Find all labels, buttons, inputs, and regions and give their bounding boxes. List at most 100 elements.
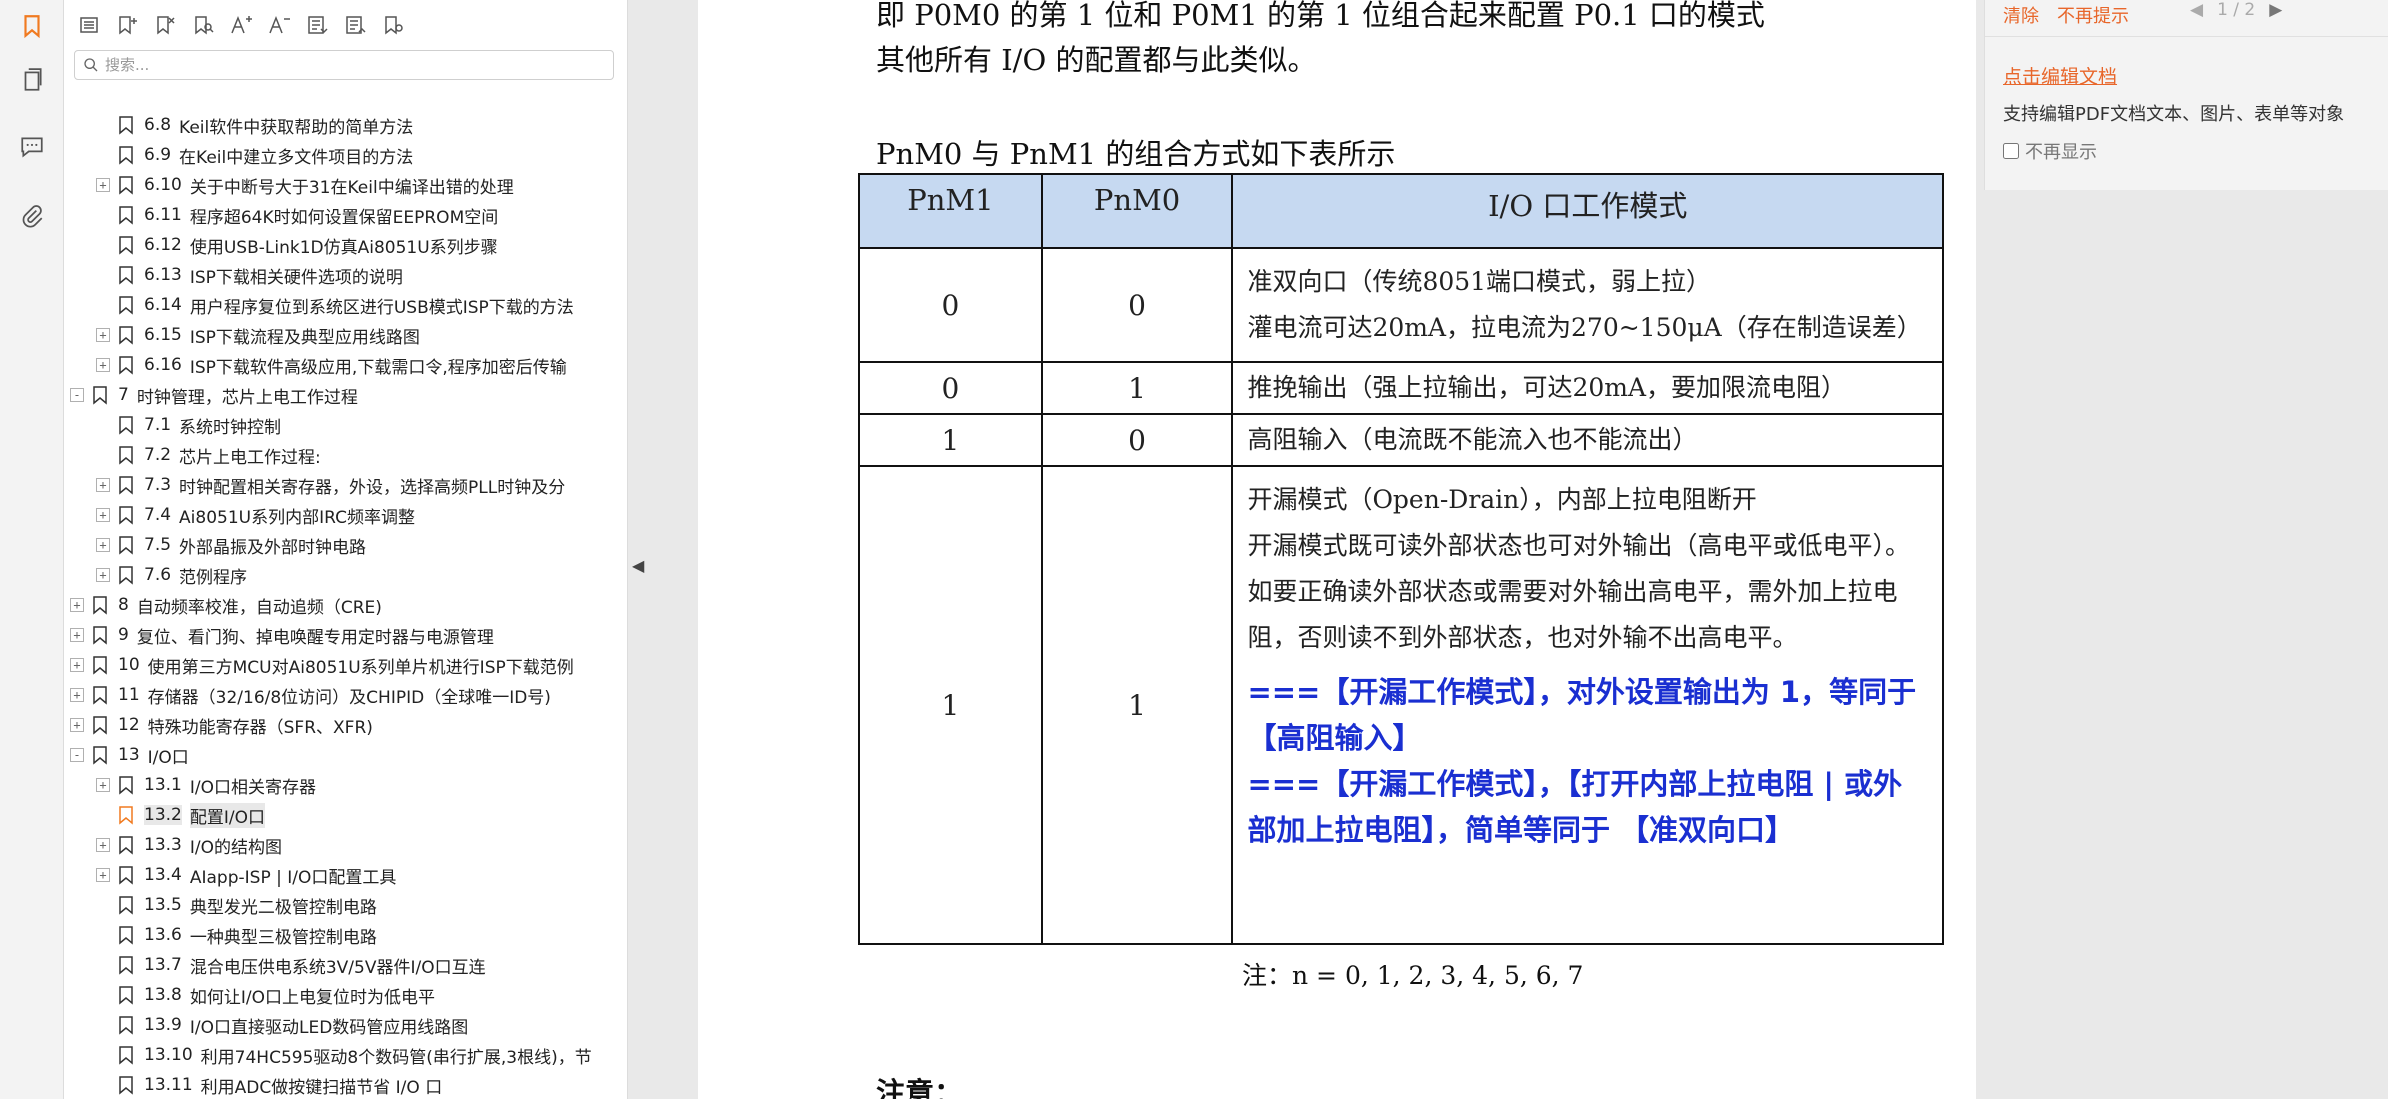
bookmark-tree: 6.8 Keil软件中获取帮助的简单方法 6.9 在Keil中建立多文件项目的方法 +6… bbox=[64, 110, 604, 1099]
decrease-font-icon[interactable] bbox=[262, 8, 296, 42]
bookmark-label: 复位、看门狗、掉电唤醒专用定时器与电源管理 bbox=[136, 627, 494, 648]
bookmark-item[interactable]: +13.4 AIapp-ISP | I/O口配置工具 bbox=[96, 860, 396, 890]
bookmark-item[interactable]: +8 自动频率校准，自动追频（CRE) bbox=[70, 590, 382, 620]
bookmark-item[interactable]: +6.16 ISP下载软件高级应用,下载需口令,程序加密后传输 bbox=[96, 350, 567, 380]
bookmark-number: 6.10 bbox=[144, 175, 182, 195]
collapse-panel-icon[interactable]: ◀ bbox=[632, 556, 644, 575]
bookmark-item[interactable]: - 13 I/O口 bbox=[70, 740, 189, 770]
bookmark-item[interactable]: 6.11 程序超64K时如何设置保留EEPROM空间 bbox=[96, 200, 498, 230]
bookmark-item[interactable]: +6.10 关于中断号大于31在Keil中编译出错的处理 bbox=[96, 170, 514, 200]
bookmark-item[interactable]: +13.3 I/O的结构图 bbox=[96, 830, 282, 860]
expand-icon[interactable]: + bbox=[70, 598, 84, 612]
bookmark-number: 6.11 bbox=[144, 205, 182, 225]
prev-tip-icon[interactable]: ◀ bbox=[2190, 0, 2203, 20]
expand-icon[interactable]: + bbox=[96, 178, 110, 192]
bookmark-item[interactable]: 13.5 典型发光二极管控制电路 bbox=[96, 890, 377, 920]
panel-divider: ◀ bbox=[628, 0, 698, 1099]
bookmark-item[interactable]: 13.11 利用ADC做按键扫描节省 I/O 口 bbox=[96, 1070, 442, 1099]
expand-icon[interactable]: + bbox=[96, 478, 110, 492]
expand-icon[interactable]: + bbox=[96, 328, 110, 342]
bookmark-item[interactable]: +12 特殊功能寄存器（SFR、XFR) bbox=[70, 710, 373, 740]
list-icon[interactable] bbox=[72, 8, 106, 42]
find-bookmark-icon[interactable] bbox=[186, 8, 220, 42]
expand-icon[interactable]: + bbox=[70, 658, 84, 672]
bookmark-item[interactable]: +10 使用第三方MCU对Ai8051U系列单片机进行ISP下载范例 bbox=[70, 650, 574, 680]
bookmark-item[interactable]: 6.8 Keil软件中获取帮助的简单方法 bbox=[96, 110, 413, 140]
bookmark-item[interactable]: +9 复位、看门狗、掉电唤醒专用定时器与电源管理 bbox=[70, 620, 494, 650]
dont-show-checkbox-label[interactable]: 不再显示 bbox=[2003, 138, 2097, 164]
bookmark-item-icon bbox=[119, 776, 133, 795]
edit-document-link[interactable]: 点击编辑文档 bbox=[2003, 62, 2117, 89]
bookmark-search-box[interactable] bbox=[74, 50, 614, 80]
expand-icon[interactable]: + bbox=[70, 628, 84, 642]
search-input[interactable] bbox=[105, 56, 585, 74]
bookmark-label: I/O口相关寄存器 bbox=[189, 777, 316, 798]
collapse-all-icon[interactable] bbox=[338, 8, 372, 42]
bookmark-item[interactable]: 13.2 配置I/O口 bbox=[96, 800, 265, 830]
table-cell: 1 bbox=[1040, 465, 1234, 945]
bookmark-item[interactable]: 6.13 ISP下载相关硬件选项的说明 bbox=[96, 260, 403, 290]
expand-icon[interactable]: + bbox=[96, 568, 110, 582]
clear-button[interactable]: 清除 bbox=[2003, 2, 2039, 28]
table-cell: 0 bbox=[1040, 247, 1234, 363]
bookmark-item[interactable]: +6.15 ISP下载流程及典型应用线路图 bbox=[96, 320, 420, 350]
tip-pager: ◀ 1 / 2 ▶ bbox=[2190, 0, 2282, 20]
expand-icon[interactable]: + bbox=[96, 358, 110, 372]
expand-icon[interactable]: + bbox=[96, 538, 110, 552]
bookmark-item[interactable]: 13.7 混合电压供电系统3V/5V器件I/O口互连 bbox=[96, 950, 486, 980]
comment-icon[interactable] bbox=[14, 128, 50, 164]
bookmark-item-icon bbox=[119, 146, 133, 165]
pages-icon[interactable] bbox=[14, 62, 50, 98]
collapse-icon[interactable]: - bbox=[70, 388, 84, 402]
increase-font-icon[interactable] bbox=[224, 8, 258, 42]
dont-remind-button[interactable]: 不再提示 bbox=[2057, 2, 2129, 28]
expand-icon[interactable]: + bbox=[96, 508, 110, 522]
bookmark-label: 利用ADC做按键扫描节省 I/O 口 bbox=[200, 1077, 443, 1098]
expand-icon[interactable]: + bbox=[70, 718, 84, 732]
bookmark-item[interactable]: 7.1 系统时钟控制 bbox=[96, 410, 281, 440]
bookmark-item[interactable]: 7.2 芯片上电工作过程: bbox=[96, 440, 321, 470]
expand-all-icon[interactable] bbox=[300, 8, 334, 42]
bookmark-item[interactable]: 13.10 利用74HC595驱动8个数码管(串行扩展,3根线)，节 bbox=[96, 1040, 592, 1070]
expand-icon[interactable]: + bbox=[96, 868, 110, 882]
bookmark-item[interactable]: +11 存储器（32/16/8位访问）及CHIPID（全球唯一ID号) bbox=[70, 680, 551, 710]
bookmark-item-icon bbox=[119, 536, 133, 555]
mode-text: 推挽输出（强上拉输出，可达20mA，要加限流电阻） bbox=[1247, 373, 1847, 402]
bookmark-item[interactable]: +7.4 Ai8051U系列内部IRC频率调整 bbox=[96, 500, 415, 530]
bookmark-item[interactable]: - 7 时钟管理，芯片上电工作过程 bbox=[70, 380, 358, 410]
bookmark-number: 12 bbox=[118, 715, 140, 735]
bookmark-item-icon bbox=[93, 656, 107, 675]
attachment-icon[interactable] bbox=[14, 198, 50, 234]
bookmark-item[interactable]: +13.1 I/O口相关寄存器 bbox=[96, 770, 316, 800]
bookmark-item[interactable]: 13.6 一种典型三极管控制电路 bbox=[96, 920, 377, 950]
bookmark-number: 7.2 bbox=[144, 445, 172, 465]
delete-bookmark-icon[interactable] bbox=[148, 8, 182, 42]
bookmark-icon[interactable] bbox=[14, 8, 50, 44]
dont-show-checkbox[interactable] bbox=[2003, 143, 2019, 159]
bookmark-label: I/O的结构图 bbox=[189, 837, 282, 858]
bookmark-panel: 6.8Keil软件中获取帮助的简单方法6.9在Keil中建立多文件项目的方法+6… bbox=[64, 0, 686, 1099]
add-bookmark-icon[interactable] bbox=[110, 8, 144, 42]
bookmark-label: I/O口直接驱动LED数码管应用线路图 bbox=[189, 1017, 469, 1038]
bookmark-item[interactable]: 6.12 使用USB-Link1D仿真Ai8051U系列步骤 bbox=[96, 230, 498, 260]
bookmark-label: I/O口 bbox=[147, 747, 189, 768]
bookmark-label: 特殊功能寄存器（SFR、XFR) bbox=[147, 717, 373, 738]
bookmark-settings-icon[interactable] bbox=[376, 8, 410, 42]
bookmark-item[interactable]: +7.3 时钟配置相关寄存器，外设，选择高频PLL时钟及分 bbox=[96, 470, 565, 500]
bookmark-item[interactable]: 13.8 如何让I/O口上电复位时为低电平 bbox=[96, 980, 435, 1010]
bookmark-item-icon bbox=[119, 866, 133, 885]
expand-icon[interactable]: + bbox=[96, 778, 110, 792]
mode-text: 灌电流可达20mA，拉电流为270~150μA（存在制造误差） bbox=[1247, 313, 1922, 342]
bookmark-item[interactable]: 6.14 用户程序复位到系统区进行USB模式ISP下载的方法 bbox=[96, 290, 574, 320]
next-tip-icon[interactable]: ▶ bbox=[2269, 0, 2282, 20]
expand-icon[interactable]: + bbox=[96, 838, 110, 852]
collapse-icon[interactable]: - bbox=[70, 748, 84, 762]
expand-icon[interactable]: + bbox=[70, 688, 84, 702]
bookmark-item[interactable]: 13.9 I/O口直接驱动LED数码管应用线路图 bbox=[96, 1010, 468, 1040]
bookmark-item[interactable]: 6.9 在Keil中建立多文件项目的方法 bbox=[96, 140, 413, 170]
bookmark-item[interactable]: +7.5 外部晶振及外部时钟电路 bbox=[96, 530, 366, 560]
bookmark-item[interactable]: +7.6 范例程序 bbox=[96, 560, 247, 590]
